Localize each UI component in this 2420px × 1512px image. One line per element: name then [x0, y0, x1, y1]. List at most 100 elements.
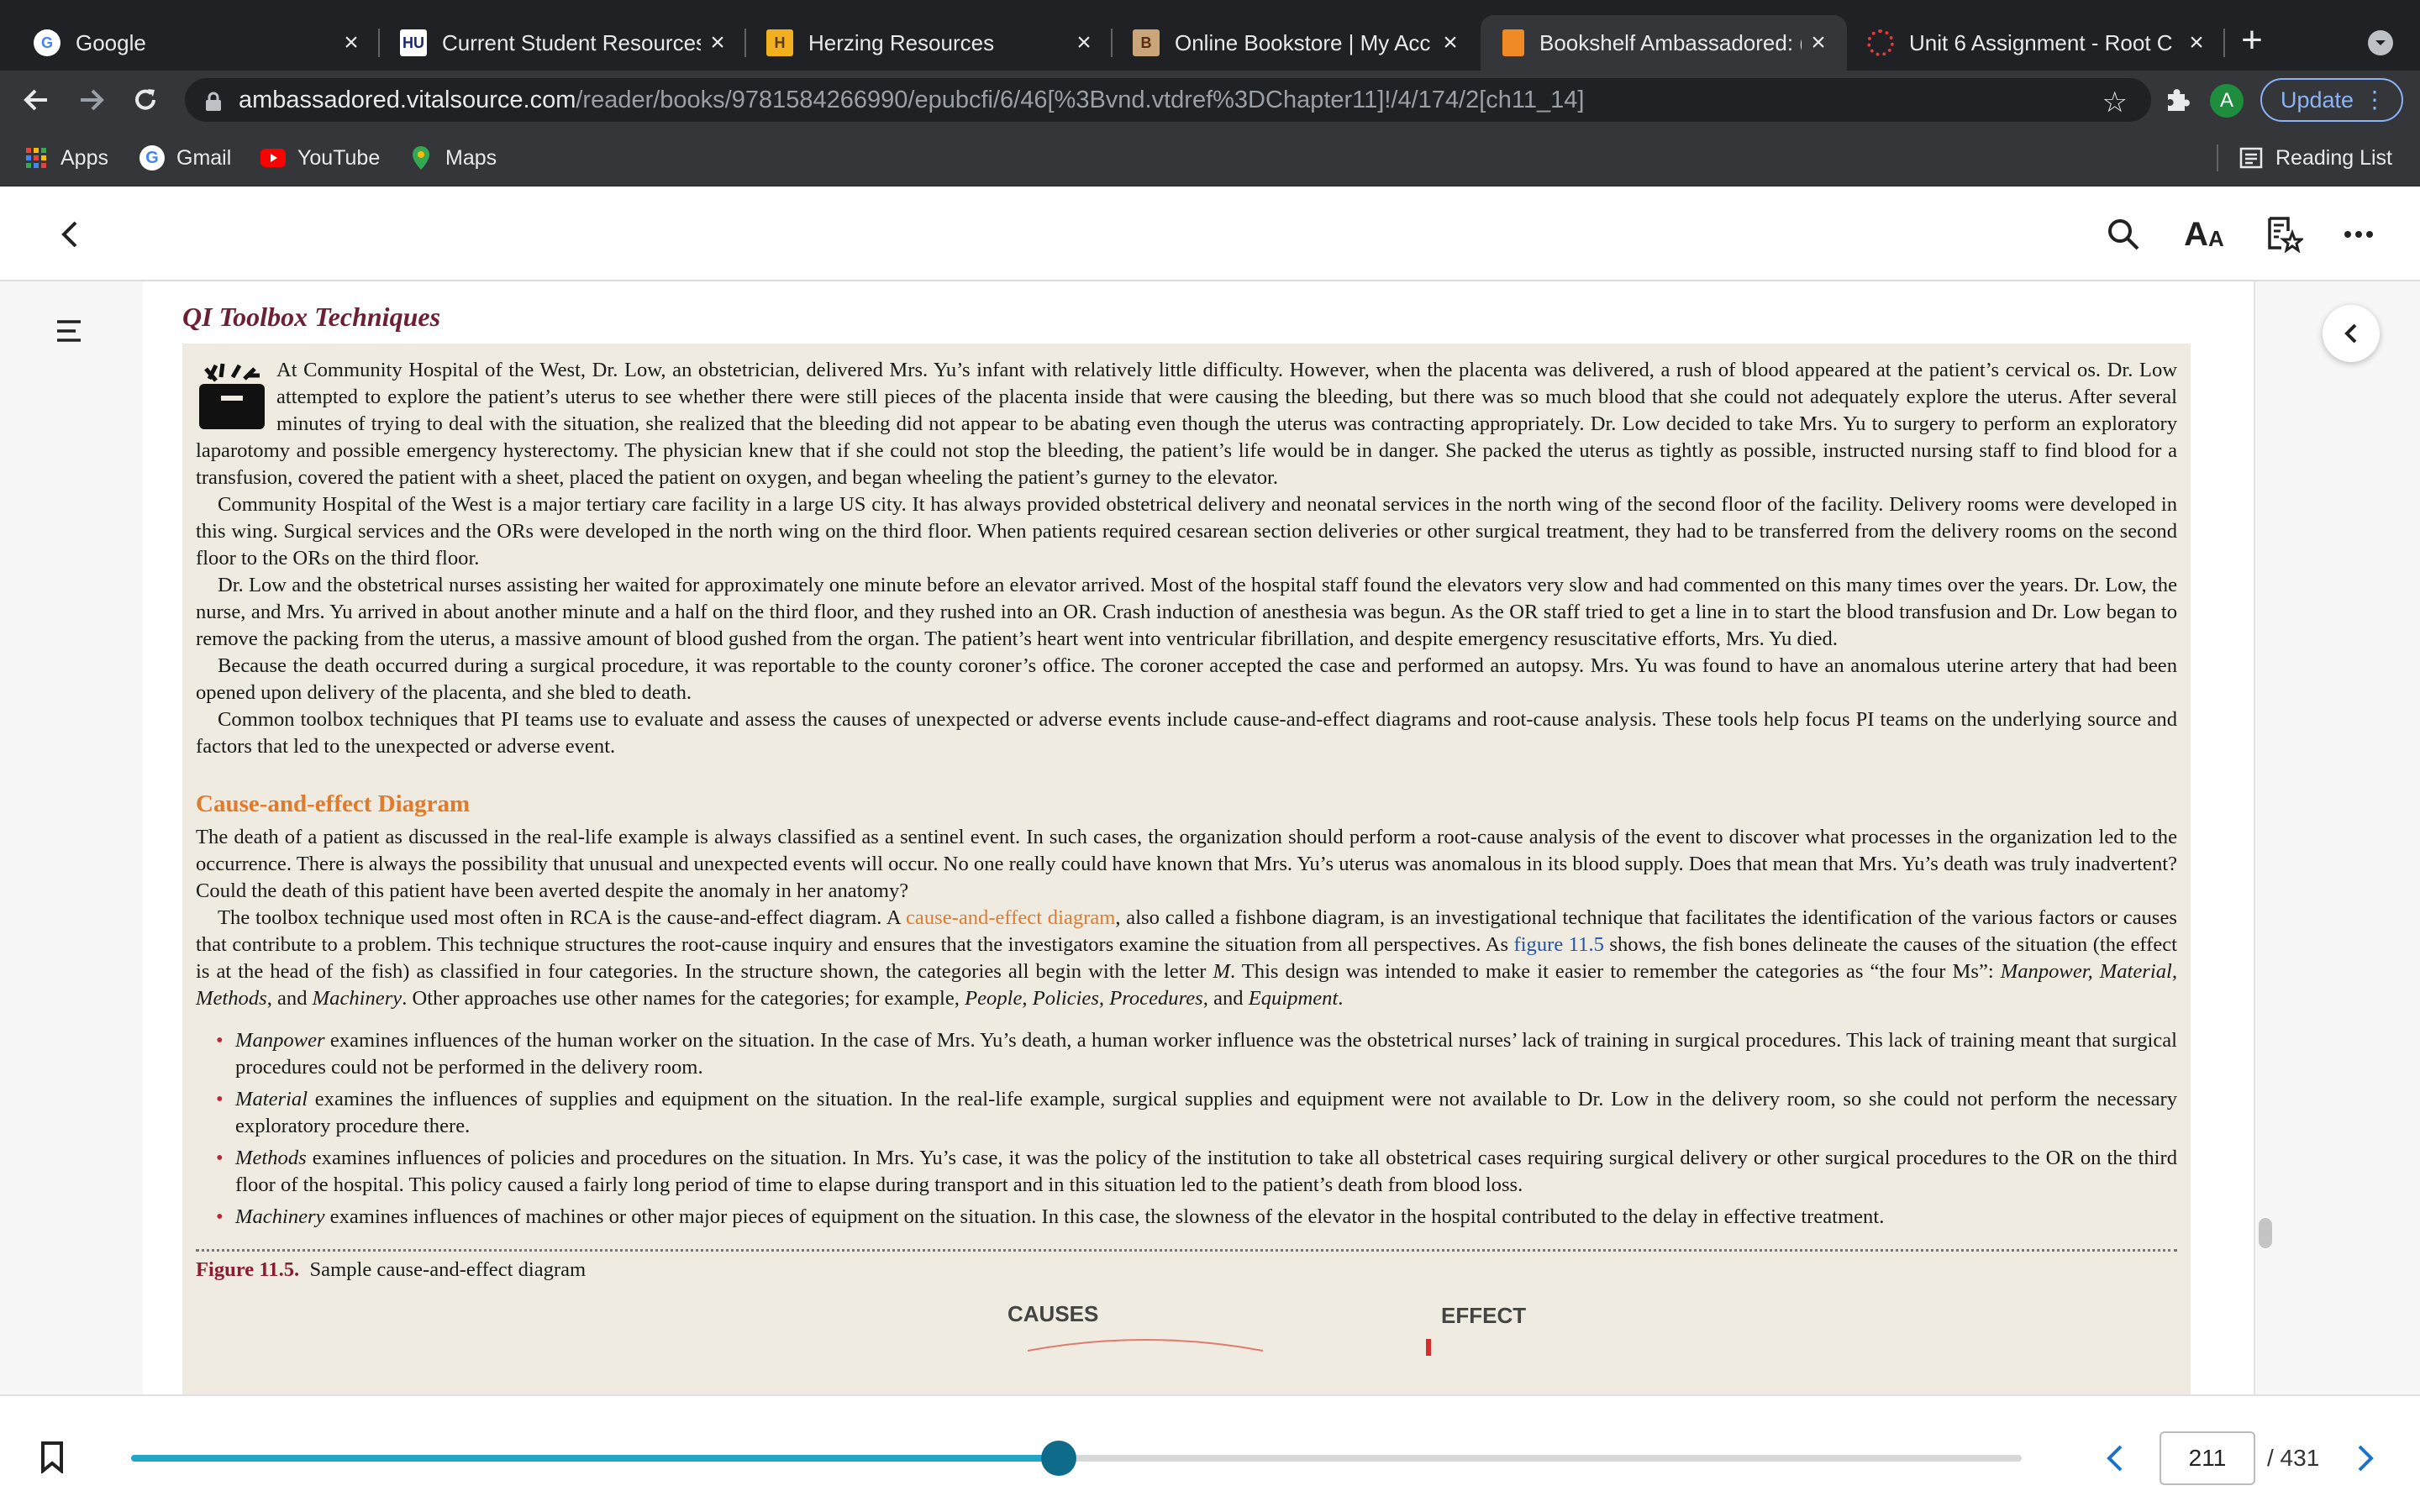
unit-icon	[1867, 29, 1894, 56]
text-size-icon[interactable]: AA	[2181, 212, 2227, 257]
previous-page-chevron-icon[interactable]	[2102, 1443, 2128, 1473]
bookmark-label: Gmail	[176, 145, 232, 170]
extensions-puzzle-icon[interactable]	[2161, 84, 2193, 116]
tab-separator	[2223, 29, 2225, 57]
next-page-chevron-icon[interactable]	[2353, 1443, 2378, 1473]
back-arrow-icon[interactable]	[17, 81, 55, 119]
table-of-contents-menu-icon[interactable]	[55, 318, 84, 344]
bookmark-maps[interactable]: Maps	[408, 141, 497, 175]
tab-strip: G Google × HU Current Student Resources …	[0, 0, 2420, 71]
tab-search-icon[interactable]	[2368, 30, 2393, 55]
url-path: /reader/books/9781584266990/epubcfi/6/46…	[576, 86, 1585, 113]
tab-unit6-assignment[interactable]: Unit 6 Assignment - Root C ×	[1845, 15, 2225, 71]
close-icon[interactable]: ×	[1434, 29, 1467, 57]
figure-caption: Figure 11.5. Sample cause-and-effect dia…	[196, 1249, 2177, 1284]
profile-avatar[interactable]: A	[2210, 84, 2244, 118]
right-rail	[2254, 281, 2420, 1394]
text-run: The toolbox technique used most often in…	[218, 906, 907, 929]
page-slider-track[interactable]	[131, 1441, 2022, 1476]
page-slider-thumb[interactable]	[1041, 1441, 1077, 1476]
tab-bookshelf-ambassadored[interactable]: Bookshelf Ambassadored: ( ×	[1481, 15, 1847, 71]
page-scrollbar-thumb[interactable]	[2259, 1218, 2272, 1248]
bookmark-label: YouTube	[297, 145, 381, 170]
figure-label: Figure 11.5.	[196, 1258, 300, 1281]
reading-list-button[interactable]: Reading List	[2238, 141, 2392, 175]
address-bar[interactable]: ambassadored.vitalsource.com/reader/book…	[185, 78, 2151, 122]
reading-list-icon	[2238, 145, 2264, 171]
list-text: examines the influences of supplies and …	[235, 1088, 2177, 1137]
tab-herzing-resources[interactable]: H Herzing Resources ×	[733, 15, 1113, 71]
page-slider-fill	[131, 1455, 1060, 1462]
close-icon[interactable]: ×	[1067, 29, 1101, 57]
section-heading: Cause-and-effect Diagram	[196, 790, 471, 817]
bookmark-icon[interactable]	[40, 1441, 64, 1475]
forward-arrow-icon[interactable]	[72, 81, 111, 119]
bookmark-youtube[interactable]: YouTube	[260, 141, 380, 175]
tab-title: Current Student Resources	[442, 29, 701, 55]
text-run-italic: Equipment	[1248, 987, 1339, 1010]
close-icon[interactable]: ×	[1802, 29, 1835, 57]
fishbone-arc	[1027, 1339, 1264, 1352]
text-run: . Other approaches use other names for t…	[402, 987, 965, 1010]
hu-icon: HU	[400, 29, 427, 56]
list-term: Methods	[235, 1147, 307, 1169]
back-chevron-icon[interactable]	[47, 212, 92, 257]
glossary-term-link[interactable]: cause-and-effect diagram	[906, 906, 1115, 929]
list-text: examines influences of machines or other…	[324, 1205, 1885, 1228]
close-icon[interactable]: ×	[334, 29, 368, 57]
figure-caption-text: Sample cause-and-effect diagram	[309, 1258, 587, 1281]
star-icon[interactable]: ☆	[2102, 86, 2128, 119]
list-item: Methods examines influences of policies …	[196, 1145, 2177, 1199]
real-life-example-box: At Community Hospital of the West, Dr. L…	[182, 344, 2191, 1394]
bookshelf-icon	[1502, 29, 1524, 56]
example-paragraph-1: At Community Hospital of the West, Dr. L…	[196, 359, 2177, 489]
page-number-input[interactable]	[2160, 1431, 2255, 1485]
reading-list-label: Reading List	[2275, 145, 2392, 170]
text-run: , and	[1202, 987, 1249, 1010]
bookmark-gmail[interactable]: G Gmail	[139, 141, 231, 175]
figure-link[interactable]: figure 11.5	[1514, 933, 1604, 956]
text-run: , and	[266, 987, 313, 1010]
apps-icon	[24, 145, 49, 171]
close-icon[interactable]: ×	[2180, 29, 2213, 57]
book-page: QI Toolbox Techniques At Community Hospi…	[143, 281, 2254, 1394]
new-tab-button[interactable]: +	[2232, 22, 2272, 62]
herzing-icon: H	[766, 29, 793, 56]
expand-panel-button[interactable]	[2323, 305, 2380, 362]
update-button[interactable]: Update ⋮	[2260, 78, 2403, 122]
annotations-star-icon[interactable]	[2262, 212, 2307, 257]
list-term: Material	[235, 1088, 308, 1110]
google-icon: G	[34, 29, 60, 56]
tab-google[interactable]: G Google ×	[0, 15, 380, 71]
tab-title: Online Bookstore | My Acc	[1175, 29, 1431, 55]
more-options-icon[interactable]	[2336, 212, 2381, 257]
close-icon[interactable]: ×	[701, 29, 734, 57]
causes-label: CAUSES	[1007, 1301, 1099, 1326]
reload-icon[interactable]	[126, 81, 165, 119]
text-run-italic: Machinery	[312, 987, 402, 1010]
example-paragraph-3: Dr. Low and the obstetrical nurses assis…	[196, 574, 2177, 650]
reader-toolbar: AA	[0, 186, 2420, 281]
youtube-icon	[260, 145, 286, 171]
effect-label: EFFECT	[1441, 1303, 1527, 1328]
text-run-italic: People, Policies, Procedures	[965, 987, 1203, 1010]
four-ms-list: Manpower examines influences of the huma…	[196, 1027, 2177, 1231]
search-icon[interactable]	[2101, 212, 2146, 257]
list-text: examines influences of the human worker …	[235, 1029, 2177, 1079]
box-content: At Community Hospital of the West, Dr. L…	[196, 357, 2177, 1356]
example-paragraph-5: Common toolbox techniques that PI teams …	[196, 708, 2177, 758]
tab-online-bookstore[interactable]: B Online Bookstore | My Acc ×	[1099, 15, 1479, 71]
kebab-menu-icon[interactable]: ⋮	[2363, 80, 2386, 120]
text-run-italic: M	[1213, 960, 1231, 983]
list-term: Machinery	[235, 1205, 325, 1228]
chapter-title: QI Toolbox Techniques	[182, 302, 441, 332]
list-item: Machinery examines influences of machine…	[196, 1204, 2177, 1231]
lock-icon[interactable]	[205, 91, 222, 111]
google-icon: G	[139, 145, 165, 171]
reader-footer: / 431	[0, 1394, 2420, 1512]
maps-icon	[408, 145, 434, 171]
bookmarks-divider	[2217, 144, 2218, 171]
bookmark-apps[interactable]: Apps	[24, 141, 108, 175]
url-host: ambassadored.vitalsource.com	[239, 86, 576, 113]
tab-current-student-resources[interactable]: HU Current Student Resources ×	[366, 15, 746, 71]
